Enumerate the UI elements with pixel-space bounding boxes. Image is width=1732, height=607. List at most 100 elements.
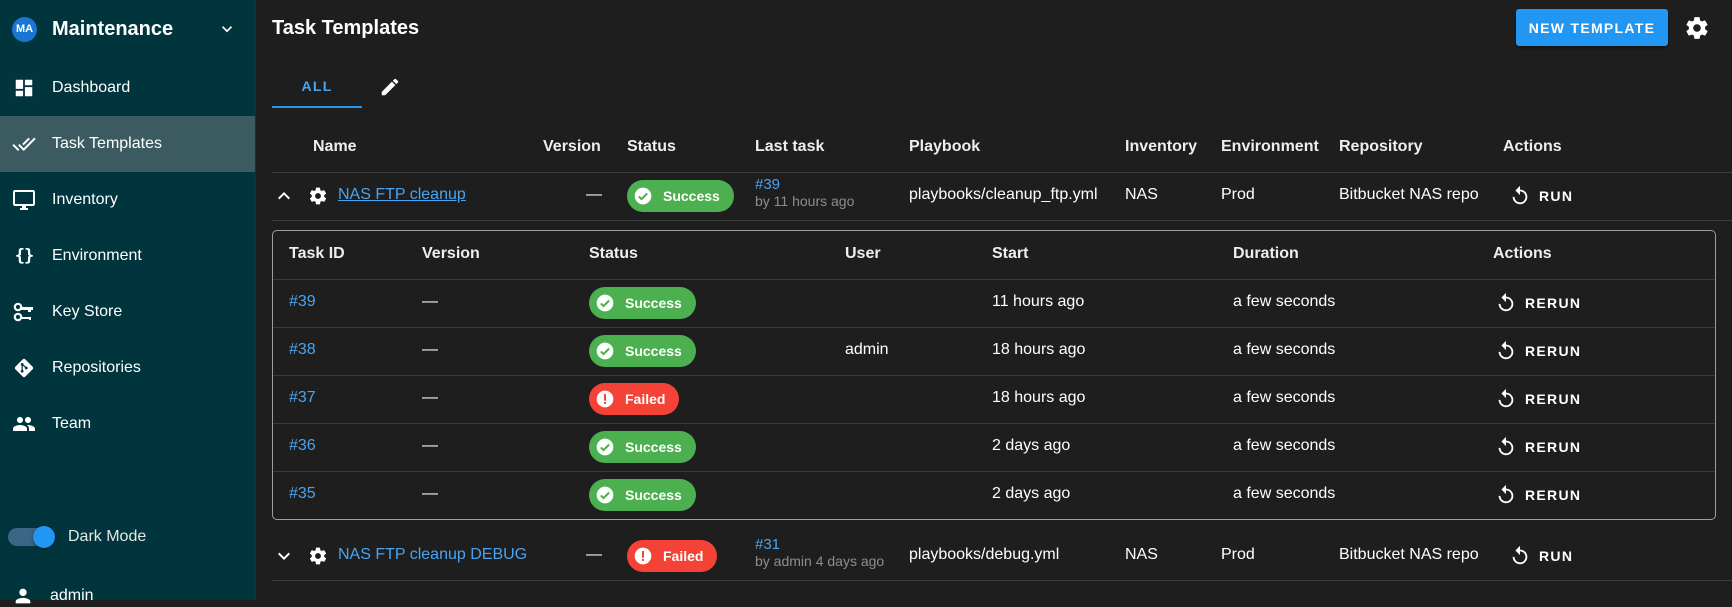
template-inventory: NAS <box>1125 546 1158 563</box>
dark-mode-switch[interactable] <box>8 525 55 549</box>
rerun-button[interactable]: RERUN <box>1495 292 1581 314</box>
template-name-link[interactable]: NAS FTP cleanup DEBUG <box>338 546 527 564</box>
key-chain-icon <box>12 300 36 324</box>
status-label: Failed <box>663 548 704 564</box>
chevron-down-icon[interactable] <box>217 19 237 39</box>
column-header-actions: Actions <box>1503 138 1562 155</box>
done-all-icon <box>12 132 36 156</box>
rerun-label: RERUN <box>1525 391 1582 407</box>
status-label: Success <box>663 188 720 204</box>
template-repository: Bitbucket NAS repo <box>1339 546 1479 563</box>
restart-icon <box>1512 545 1528 565</box>
column-header-task-id[interactable]: Task ID <box>289 245 345 263</box>
edit-views-button[interactable] <box>362 66 418 108</box>
task-version: — <box>422 485 438 502</box>
task-start: 2 days ago <box>992 437 1071 454</box>
git-icon <box>12 356 36 380</box>
task-start: 18 hours ago <box>992 341 1086 358</box>
restart-icon <box>1512 185 1528 205</box>
column-header-repository[interactable]: Repository <box>1339 138 1423 156</box>
run-button[interactable]: RUN <box>1509 185 1573 207</box>
tasks-table-header: Task ID Version Status User Start Durati… <box>273 231 1715 280</box>
sidebar-item-repositories[interactable]: Repositories <box>0 340 255 396</box>
check-circle-icon <box>634 187 652 205</box>
check-circle-icon <box>596 486 614 504</box>
template-name-link[interactable]: NAS FTP cleanup <box>338 186 466 204</box>
column-header-environment[interactable]: Environment <box>1221 138 1319 156</box>
rerun-button[interactable]: RERUN <box>1495 388 1581 410</box>
sidebar-item-label: Inventory <box>52 191 118 208</box>
page-title: Task Templates <box>272 17 420 39</box>
column-header-status[interactable]: Status <box>627 138 676 156</box>
table-row: NAS FTP cleanup DEBUG — Failed #31 by ad… <box>272 532 1732 581</box>
rerun-button[interactable]: RERUN <box>1495 436 1581 458</box>
restart-icon <box>1498 388 1514 408</box>
column-header-duration[interactable]: Duration <box>1233 245 1299 263</box>
team-icon <box>12 412 36 436</box>
sidebar-item-label: Key Store <box>52 303 123 320</box>
column-header-inventory[interactable]: Inventory <box>1125 138 1197 156</box>
rerun-label: RERUN <box>1525 487 1582 503</box>
task-start: 11 hours ago <box>992 293 1085 310</box>
braces-icon: {} <box>14 246 34 266</box>
table-row: #35 — Success 2 days ago a few seconds R… <box>273 471 1715 519</box>
sidebar-item-team[interactable]: Team <box>0 396 255 452</box>
template-environment: Prod <box>1221 546 1255 563</box>
status-badge: Success <box>589 431 696 463</box>
task-version: — <box>422 437 438 454</box>
task-version: — <box>422 293 438 310</box>
chevron-up-icon[interactable] <box>272 184 296 208</box>
column-header-actions: Actions <box>1493 245 1552 262</box>
task-id-link[interactable]: #35 <box>289 485 316 503</box>
user-menu[interactable]: admin <box>12 585 94 607</box>
info-icon <box>634 547 652 565</box>
rerun-button[interactable]: RERUN <box>1495 340 1581 362</box>
template-repository: Bitbucket NAS repo <box>1339 186 1479 203</box>
rerun-button[interactable]: RERUN <box>1495 484 1581 506</box>
template-playbook: playbooks/cleanup_ftp.yml <box>909 186 1098 203</box>
status-label: Success <box>625 439 682 455</box>
sidebar-item-task-templates[interactable]: Task Templates <box>0 116 255 172</box>
column-header-last-task[interactable]: Last task <box>755 138 824 156</box>
pencil-icon <box>381 78 399 96</box>
last-task-link[interactable]: #31 <box>755 536 780 553</box>
check-circle-icon <box>596 438 614 456</box>
column-header-playbook[interactable]: Playbook <box>909 138 980 156</box>
sidebar-item-inventory[interactable]: Inventory <box>0 172 255 228</box>
sidebar: MA Maintenance Dashboard Task Templates … <box>0 0 256 604</box>
column-header-name[interactable]: Name <box>313 138 357 156</box>
sidebar-item-dashboard[interactable]: Dashboard <box>0 60 255 116</box>
task-id-link[interactable]: #39 <box>289 293 316 311</box>
sidebar-item-environment[interactable]: {} Environment <box>0 228 255 284</box>
restart-icon <box>1498 292 1514 312</box>
task-user: admin <box>845 341 889 358</box>
rerun-label: RERUN <box>1525 439 1582 455</box>
task-id-link[interactable]: #38 <box>289 341 316 359</box>
table-row: #36 — Success 2 days ago a few seconds R… <box>273 423 1715 472</box>
chevron-down-icon[interactable] <box>272 544 296 568</box>
new-template-button[interactable]: NEW TEMPLATE <box>1516 9 1668 46</box>
status-label: Success <box>625 295 682 311</box>
person-icon <box>15 588 31 604</box>
task-id-link[interactable]: #37 <box>289 389 316 407</box>
project-selector[interactable]: MA Maintenance <box>0 0 255 58</box>
gear-icon[interactable] <box>1684 15 1710 41</box>
status-badge: Success <box>589 335 696 367</box>
column-header-start[interactable]: Start <box>992 245 1028 263</box>
task-history-panel: Task ID Version Status User Start Durati… <box>272 230 1716 520</box>
sidebar-item-key-store[interactable]: Key Store <box>0 284 255 340</box>
tab-all[interactable]: ALL <box>272 66 362 108</box>
column-header-version[interactable]: Version <box>422 245 480 263</box>
status-label: Success <box>625 487 682 503</box>
last-task-meta: by admin 4 days ago <box>755 553 885 569</box>
last-task-link[interactable]: #39 <box>755 176 780 193</box>
run-button[interactable]: RUN <box>1509 545 1573 567</box>
column-header-version[interactable]: Version <box>543 138 601 156</box>
rerun-label: RERUN <box>1525 343 1582 359</box>
task-id-link[interactable]: #36 <box>289 437 316 455</box>
column-header-status[interactable]: Status <box>589 245 638 263</box>
column-header-user[interactable]: User <box>845 245 881 263</box>
sidebar-item-label: Environment <box>52 247 142 264</box>
table-row: #38 — Success admin 18 hours ago a few s… <box>273 327 1715 376</box>
check-circle-icon <box>596 294 614 312</box>
